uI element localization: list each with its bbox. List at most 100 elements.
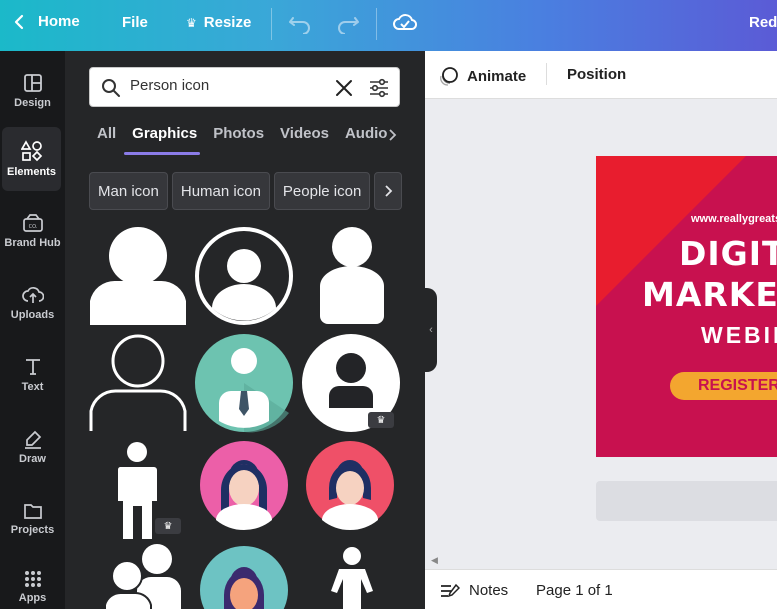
- chip-human-icon[interactable]: Human icon: [171, 172, 270, 210]
- bottom-bar: Notes Page 1 of 1: [425, 569, 777, 609]
- tab-photos[interactable]: Photos: [213, 125, 264, 155]
- person-outline-graphic[interactable]: [88, 333, 188, 433]
- cloud-check-icon: [393, 14, 418, 30]
- rail-item-brand-hub[interactable]: CO. Brand Hub: [0, 199, 65, 263]
- divider: [376, 8, 377, 40]
- category-tabs: All Graphics Photos Videos Audio: [97, 125, 403, 155]
- chevron-right-icon: [385, 185, 393, 197]
- left-rail: Design Elements CO. Brand Hub Uploads Te…: [0, 51, 65, 609]
- person-circle-outline-graphic[interactable]: [194, 226, 294, 326]
- top-bar: Home File ♛ Resize Red: [0, 0, 777, 51]
- rail-item-elements[interactable]: Elements: [2, 127, 61, 191]
- poster-headline-2[interactable]: MARKETING: [642, 275, 777, 314]
- person-solid-graphic[interactable]: [88, 226, 188, 326]
- layout-icon: [23, 74, 42, 92]
- poster-headline-1[interactable]: DIGITAL: [679, 234, 777, 273]
- woman-avatar-red-graphic[interactable]: [305, 440, 395, 540]
- chips-next-button[interactable]: [374, 172, 403, 210]
- search-box: [89, 67, 400, 107]
- pen-icon: [24, 430, 41, 449]
- tab-all[interactable]: All: [97, 125, 116, 155]
- person-rounded-graphic[interactable]: [317, 226, 387, 326]
- folder-icon: [23, 504, 42, 519]
- notes-button[interactable]: Notes: [440, 582, 508, 599]
- rail-item-design[interactable]: Design: [0, 59, 65, 123]
- file-label: File: [122, 14, 148, 31]
- poster-headline-3[interactable]: WEBINAR: [701, 322, 777, 349]
- scroll-left-arrow-icon[interactable]: ◀: [431, 555, 438, 566]
- collapse-panel-handle[interactable]: ‹: [425, 288, 437, 372]
- redo-icon: [338, 17, 359, 35]
- rail-label: Draw: [19, 453, 46, 465]
- rail-label: Elements: [7, 166, 56, 178]
- shapes-icon: [20, 140, 42, 162]
- redo-button[interactable]: [336, 12, 360, 39]
- file-menu-button[interactable]: File: [122, 14, 148, 31]
- chevron-right-icon[interactable]: [387, 128, 397, 142]
- animate-button[interactable]: Animate: [439, 66, 526, 86]
- position-button[interactable]: Position: [567, 66, 626, 83]
- page-indicator[interactable]: Page 1 of 1: [536, 582, 613, 599]
- home-label: Home: [38, 13, 80, 30]
- rail-item-draw[interactable]: Draw: [0, 415, 65, 479]
- rail-label: Design: [14, 97, 51, 109]
- home-button[interactable]: Home: [14, 13, 80, 30]
- man-walking-graphic[interactable]: [327, 547, 377, 609]
- canvas-toolbar: Animate Position: [425, 51, 777, 99]
- apps-grid-icon: [24, 571, 41, 587]
- poster-register-button[interactable]: REGISTER NOW: [670, 372, 777, 400]
- animate-label: Animate: [467, 67, 527, 85]
- rail-label: Brand Hub: [4, 237, 61, 249]
- undo-icon: [289, 17, 310, 35]
- rail-label: Uploads: [10, 309, 55, 321]
- rail-item-projects[interactable]: Projects: [0, 487, 65, 551]
- rail-item-uploads[interactable]: Uploads: [0, 271, 65, 335]
- undo-button[interactable]: [288, 12, 312, 39]
- woman-avatar-teal-graphic[interactable]: [199, 545, 289, 609]
- suggestion-chips: Man icon Human icon People icon: [89, 172, 406, 210]
- tab-videos[interactable]: Videos: [280, 125, 329, 155]
- animate-icon: [440, 67, 458, 86]
- document-title[interactable]: Red: [749, 14, 777, 31]
- resize-button[interactable]: ♛ Resize: [186, 14, 251, 31]
- rail-label: Projects: [10, 524, 55, 536]
- notes-label: Notes: [469, 582, 509, 599]
- resize-label: Resize: [203, 14, 252, 31]
- woman-avatar-pink-graphic[interactable]: [199, 440, 289, 540]
- upload-cloud-icon: [21, 287, 44, 303]
- text-icon: [25, 359, 40, 375]
- elements-panel: All Graphics Photos Videos Audio Man ico…: [65, 51, 425, 609]
- rail-label: Text: [21, 381, 44, 393]
- group-people-graphic[interactable]: [105, 543, 185, 609]
- businessman-avatar-graphic[interactable]: [194, 333, 294, 433]
- design-page[interactable]: www.reallygreatsite.com DIGITAL MARKETIN…: [596, 156, 777, 457]
- rail-item-apps[interactable]: Apps: [0, 555, 65, 609]
- chevron-left-icon: ‹: [429, 324, 433, 336]
- rail-label: Apps: [18, 592, 47, 604]
- crown-icon: ♛: [163, 520, 173, 532]
- add-page-bar[interactable]: [596, 481, 777, 521]
- tab-audio[interactable]: Audio: [345, 125, 388, 155]
- premium-crown-badge: ♛: [155, 518, 181, 534]
- divider: [546, 63, 547, 85]
- crown-icon: ♛: [186, 15, 197, 30]
- design-canvas-area: Animate Position www.reallygreatsite.com…: [425, 51, 777, 609]
- search-icon: [102, 79, 120, 97]
- svg-text:CO.: CO.: [28, 224, 37, 230]
- premium-crown-badge: ♛: [368, 412, 394, 428]
- filter-sliders-icon[interactable]: [369, 78, 389, 98]
- chip-people-icon[interactable]: People icon: [273, 172, 371, 210]
- close-icon[interactable]: [335, 79, 353, 97]
- chevron-left-icon: [14, 14, 24, 29]
- brand-hub-icon: CO.: [22, 214, 43, 232]
- standing-man-graphic[interactable]: [115, 441, 160, 541]
- poster-url-text[interactable]: www.reallygreatsite.com: [691, 213, 777, 225]
- cloud-save-button[interactable]: [393, 11, 418, 38]
- rail-item-text[interactable]: Text: [0, 343, 65, 407]
- search-input[interactable]: [130, 77, 330, 94]
- active-tab-indicator: [124, 152, 200, 155]
- chip-man-icon[interactable]: Man icon: [89, 172, 168, 210]
- notes-icon: [441, 583, 460, 597]
- tab-graphics[interactable]: Graphics: [132, 125, 197, 155]
- divider: [271, 8, 272, 40]
